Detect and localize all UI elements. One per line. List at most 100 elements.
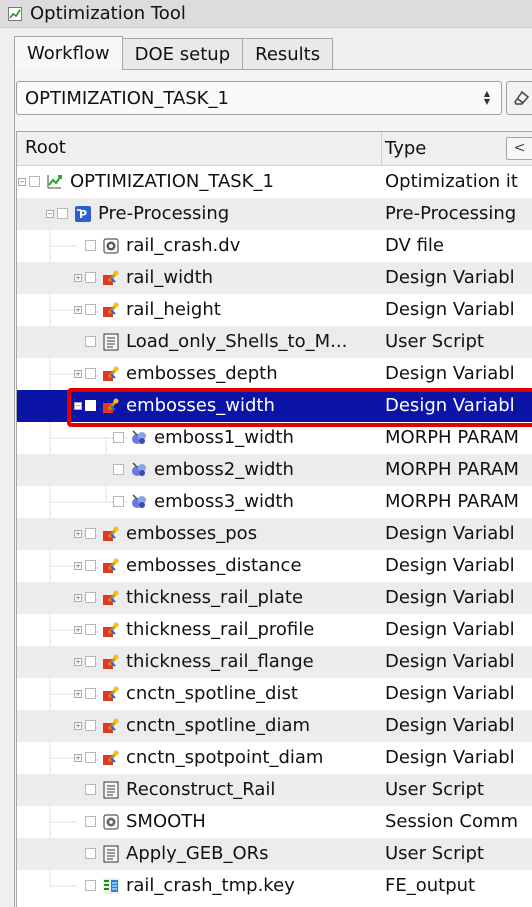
tree-row[interactable]: + thickness_rail_profile Design Variabl [17, 614, 532, 646]
tree-row-type: Design Variabl [385, 523, 515, 544]
tree-rows: − OPTIMIZATION_TASK_1 Optimization it − P Pre… [17, 166, 532, 902]
expand-icon[interactable]: + [74, 754, 82, 762]
collapse-icon[interactable]: − [74, 402, 82, 410]
row-checkbox[interactable] [85, 240, 96, 251]
tree-row-name: Pre-Processing [98, 203, 230, 224]
morph-param-icon [130, 461, 148, 479]
morph-param-icon [130, 429, 148, 447]
collapse-icon[interactable]: − [18, 178, 26, 186]
tab-results[interactable]: Results [242, 38, 334, 70]
design-variable-icon [102, 685, 120, 703]
task-selector-value: OPTIMIZATION_TASK_1 [25, 87, 229, 109]
tree-row-type: Design Variabl [385, 267, 515, 288]
column-header-root[interactable]: Root [25, 137, 66, 158]
row-checkbox[interactable] [85, 784, 96, 795]
tree-row-type: Design Variabl [385, 683, 515, 704]
collapse-icon[interactable]: − [46, 210, 54, 218]
tree-row[interactable]: emboss2_width MORPH PARAM [17, 454, 532, 486]
spinner-arrows-icon[interactable]: ▲ ▼ [481, 88, 493, 108]
design-variable-icon [102, 717, 120, 735]
eraser-icon [513, 90, 529, 105]
tree-row-name: embosses_width [126, 395, 275, 416]
tree-row-type: Design Variabl [385, 299, 515, 320]
expand-icon[interactable]: + [74, 306, 82, 314]
row-checkbox[interactable] [57, 208, 68, 219]
expand-icon[interactable]: + [74, 594, 82, 602]
design-variable-icon [102, 397, 120, 415]
row-checkbox[interactable] [85, 304, 96, 315]
expand-icon[interactable]: + [74, 530, 82, 538]
row-checkbox[interactable] [85, 400, 96, 411]
row-checkbox[interactable] [113, 464, 124, 475]
optimization-tool-window: Optimization Tool Workflow DOE setup Res… [0, 0, 532, 907]
tab-bar: Workflow DOE setup Results [14, 36, 334, 70]
tree-row[interactable]: + thickness_rail_flange Design Variabl [17, 646, 532, 678]
tree-row[interactable]: rail_crash_tmp.key FE_output [17, 870, 532, 902]
row-checkbox[interactable] [85, 816, 96, 827]
expand-icon[interactable]: + [74, 658, 82, 666]
row-checkbox[interactable] [85, 880, 96, 891]
tree-row[interactable]: − P Pre-Processing Pre-Processing [17, 198, 532, 230]
tree-row-type: Design Variabl [385, 363, 515, 384]
tree-row[interactable]: emboss1_width MORPH PARAM [17, 422, 532, 454]
tree-row-name: emboss1_width [154, 427, 294, 448]
tree-row[interactable]: + thickness_rail_plate Design Variabl [17, 582, 532, 614]
tree-row[interactable]: rail_crash.dv DV file [17, 230, 532, 262]
dv-file-icon [102, 237, 120, 255]
row-checkbox[interactable] [85, 848, 96, 859]
tree-row-name: cnctn_spotpoint_diam [126, 747, 324, 768]
eraser-button[interactable] [506, 81, 532, 115]
expand-icon[interactable]: + [74, 562, 82, 570]
row-checkbox[interactable] [85, 336, 96, 347]
tree-row[interactable]: emboss3_width MORPH PARAM [17, 486, 532, 518]
tree-row[interactable]: + cnctn_spotline_dist Design Variabl [17, 678, 532, 710]
row-checkbox[interactable] [29, 176, 40, 187]
tree-row-name: SMOOTH [126, 811, 206, 832]
tree-row[interactable]: + embosses_distance Design Variabl [17, 550, 532, 582]
tree-row[interactable]: SMOOTH Session Comm [17, 806, 532, 838]
tree-row[interactable]: + embosses_depth Design Variabl [17, 358, 532, 390]
tree-row[interactable]: + cnctn_spotline_diam Design Variabl [17, 710, 532, 742]
row-checkbox[interactable] [85, 560, 96, 571]
expand-icon[interactable]: + [74, 722, 82, 730]
row-checkbox[interactable] [85, 368, 96, 379]
tree-row[interactable]: − OPTIMIZATION_TASK_1 Optimization it [17, 166, 532, 198]
tree-row[interactable]: + rail_height Design Variabl [17, 294, 532, 326]
expand-icon[interactable]: + [74, 690, 82, 698]
design-variable-icon [102, 269, 120, 287]
tree-row[interactable]: − embosses_width Design Variabl [17, 390, 532, 422]
tree-row[interactable]: + rail_width Design Variabl [17, 262, 532, 294]
tree-row-name: Reconstruct_Rail [126, 779, 276, 800]
tree-row[interactable]: + cnctn_spotpoint_diam Design Variabl [17, 742, 532, 774]
row-checkbox[interactable] [85, 656, 96, 667]
tree-row-name: emboss3_width [154, 491, 294, 512]
column-divider[interactable] [381, 132, 382, 166]
row-checkbox[interactable] [85, 624, 96, 635]
row-checkbox[interactable] [85, 720, 96, 731]
row-checkbox[interactable] [85, 752, 96, 763]
expand-icon[interactable]: + [74, 370, 82, 378]
row-checkbox[interactable] [85, 592, 96, 603]
expand-icon[interactable]: + [74, 626, 82, 634]
tab-workflow[interactable]: Workflow [14, 36, 123, 70]
tree-row-type: Design Variabl [385, 619, 515, 640]
tree-header: Root Type < [17, 132, 532, 166]
row-checkbox[interactable] [85, 272, 96, 283]
tree-row[interactable]: Apply_GEB_ORs User Script [17, 838, 532, 870]
tree-row[interactable]: Load_only_Shells_to_M... User Script [17, 326, 532, 358]
tree-row-name: rail_width [126, 267, 214, 288]
user-script-icon [102, 781, 120, 799]
header-scroll-left-button[interactable]: < [506, 137, 532, 160]
column-header-type[interactable]: Type [385, 138, 426, 159]
row-checkbox[interactable] [85, 528, 96, 539]
row-checkbox[interactable] [85, 688, 96, 699]
tree-row[interactable]: + embosses_pos Design Variabl [17, 518, 532, 550]
tree-row[interactable]: Reconstruct_Rail User Script [17, 774, 532, 806]
expand-icon[interactable]: + [74, 274, 82, 282]
design-variable-icon [102, 621, 120, 639]
task-selector[interactable]: OPTIMIZATION_TASK_1 ▲ ▼ [16, 81, 502, 115]
tree-row-name: thickness_rail_plate [126, 587, 304, 608]
row-checkbox[interactable] [113, 496, 124, 507]
row-checkbox[interactable] [113, 432, 124, 443]
tab-doe-setup[interactable]: DOE setup [121, 38, 244, 70]
